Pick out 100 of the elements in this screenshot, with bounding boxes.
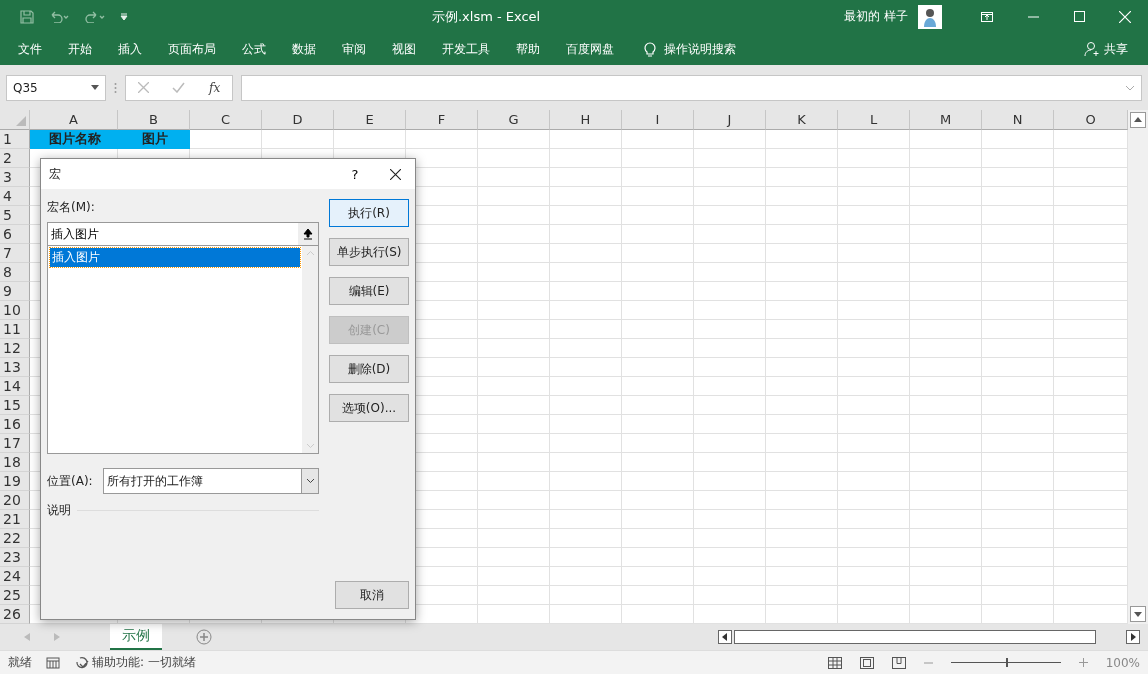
column-header[interactable]: B <box>118 110 190 130</box>
cancel-button[interactable]: 取消 <box>335 581 409 609</box>
row-header[interactable]: 16 <box>0 415 30 434</box>
ribbon-display-icon[interactable] <box>981 11 993 22</box>
row-header[interactable]: 3 <box>0 168 30 187</box>
scroll-up-icon[interactable] <box>1130 112 1146 128</box>
column-header[interactable]: M <box>910 110 982 130</box>
scroll-down-icon[interactable] <box>1130 606 1146 622</box>
tell-me-search[interactable]: 操作说明搜索 <box>664 40 736 58</box>
zoom-in-icon[interactable] <box>1078 658 1088 667</box>
scroll-left-icon[interactable] <box>718 630 732 644</box>
empty-cell <box>910 377 982 396</box>
empty-cell <box>766 225 838 244</box>
column-header[interactable]: H <box>550 110 622 130</box>
row-header[interactable]: 2 <box>0 149 30 168</box>
ribbon-tab[interactable]: 百度网盘 <box>556 36 624 62</box>
column-header[interactable]: O <box>1054 110 1128 130</box>
row-header[interactable]: 8 <box>0 263 30 282</box>
maximize-icon[interactable] <box>1073 11 1085 22</box>
share-button[interactable]: 共享 <box>1078 39 1134 59</box>
page-layout-icon[interactable] <box>859 656 874 669</box>
column-header[interactable]: L <box>838 110 910 130</box>
row-header[interactable]: 11 <box>0 320 30 339</box>
row-header[interactable]: 25 <box>0 586 30 605</box>
horizontal-scrollbar[interactable] <box>734 630 1096 644</box>
row-header[interactable]: 20 <box>0 491 30 510</box>
row-header[interactable]: 1 <box>0 130 30 149</box>
insert-function-button[interactable]: fx <box>209 80 221 95</box>
row-header[interactable]: 23 <box>0 548 30 567</box>
empty-cell <box>550 529 622 548</box>
location-dropdown[interactable]: 所有打开的工作簿 <box>103 468 319 494</box>
ribbon-tab[interactable]: 审阅 <box>332 36 376 62</box>
redo-icon[interactable] <box>84 10 106 23</box>
dialog-button[interactable]: 编辑(E) <box>329 277 409 305</box>
sheet-tab[interactable]: 示例 <box>110 624 162 650</box>
column-header[interactable]: J <box>694 110 766 130</box>
upload-icon[interactable] <box>303 228 313 240</box>
ribbon-tab[interactable]: 数据 <box>282 36 326 62</box>
row-header[interactable]: 14 <box>0 377 30 396</box>
column-header[interactable]: K <box>766 110 838 130</box>
empty-cell <box>478 567 550 586</box>
ribbon-tab[interactable]: 公式 <box>232 36 276 62</box>
empty-cell <box>766 472 838 491</box>
dropdown-icon[interactable] <box>305 478 315 484</box>
close-icon[interactable] <box>389 168 401 180</box>
row-header[interactable]: 17 <box>0 434 30 453</box>
ribbon-tab[interactable]: 帮助 <box>506 36 550 62</box>
dialog-button[interactable]: 执行(R) <box>329 199 409 227</box>
column-header[interactable]: A <box>30 110 118 130</box>
row-header[interactable]: 7 <box>0 244 30 263</box>
column-header[interactable]: C <box>190 110 262 130</box>
empty-cell <box>910 586 982 605</box>
column-header[interactable]: D <box>262 110 334 130</box>
customize-icon[interactable] <box>120 12 128 21</box>
empty-cell <box>982 548 1054 567</box>
person-add-icon[interactable] <box>1084 41 1100 57</box>
row-header[interactable]: 18 <box>0 453 30 472</box>
normal-view-icon[interactable] <box>827 656 842 669</box>
accessibility-status[interactable]: 辅助功能: 一切就绪 <box>92 654 196 671</box>
ribbon-tab[interactable]: 插入 <box>108 36 152 62</box>
row-header[interactable]: 10 <box>0 301 30 320</box>
row-header[interactable]: 15 <box>0 396 30 415</box>
column-header[interactable]: G <box>478 110 550 130</box>
ribbon-tab[interactable]: 视图 <box>382 36 426 62</box>
row-header[interactable]: 6 <box>0 225 30 244</box>
minimize-icon[interactable] <box>1027 15 1039 18</box>
save-icon[interactable] <box>20 9 34 24</box>
row-header[interactable]: 4 <box>0 187 30 206</box>
column-header[interactable]: F <box>406 110 478 130</box>
column-header[interactable]: N <box>982 110 1054 130</box>
dialog-button[interactable]: 单步执行(S) <box>329 238 409 266</box>
ribbon-tab[interactable]: 开始 <box>58 36 102 62</box>
row-header[interactable]: 19 <box>0 472 30 491</box>
page-break-icon[interactable] <box>891 656 906 669</box>
scroll-right-icon[interactable] <box>1126 630 1140 644</box>
column-header[interactable]: E <box>334 110 406 130</box>
ribbon-tab[interactable]: 文件 <box>8 36 52 62</box>
row-header[interactable]: 13 <box>0 358 30 377</box>
empty-cell <box>622 472 694 491</box>
row-header[interactable]: 12 <box>0 339 30 358</box>
row-header[interactable]: 9 <box>0 282 30 301</box>
dialog-button[interactable]: 删除(D) <box>329 355 409 383</box>
help-button[interactable]: ? <box>335 159 375 189</box>
formula-input[interactable] <box>241 74 1142 101</box>
macro-record-icon[interactable] <box>46 656 60 669</box>
row-header[interactable]: 5 <box>0 206 30 225</box>
macro-list-item[interactable]: 插入图片 <box>50 248 300 267</box>
macro-name-field[interactable]: 插入图片 <box>47 222 319 246</box>
lightbulb-icon[interactable] <box>644 41 656 57</box>
row-header[interactable]: 22 <box>0 529 30 548</box>
name-box[interactable]: Q35 <box>6 74 106 101</box>
checkmark-icon[interactable] <box>172 82 186 93</box>
column-header[interactable]: I <box>622 110 694 130</box>
row-header[interactable]: 21 <box>0 510 30 529</box>
accessibility-icon[interactable] <box>74 655 90 670</box>
dialog-button[interactable]: 选项(O)... <box>329 394 409 422</box>
ribbon-tab[interactable]: 页面布局 <box>158 36 226 62</box>
row-header[interactable]: 26 <box>0 605 30 624</box>
ribbon-tab[interactable]: 开发工具 <box>432 36 500 62</box>
row-header[interactable]: 24 <box>0 567 30 586</box>
